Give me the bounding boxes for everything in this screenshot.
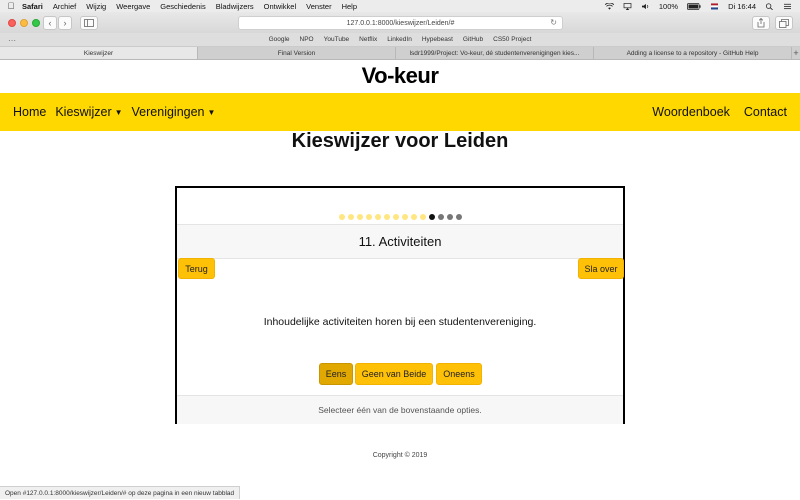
site-navbar: Home Kieswijzer ▼ Verenigingen ▼ Woordenbo… bbox=[0, 93, 800, 131]
window-zoom-button[interactable] bbox=[32, 19, 40, 27]
share-icon bbox=[757, 18, 765, 28]
progress-indicator bbox=[177, 214, 623, 220]
share-button[interactable] bbox=[752, 16, 770, 30]
progress-dot-current bbox=[428, 214, 435, 220]
progress-dot-done bbox=[374, 214, 381, 220]
progress-dot-done bbox=[419, 214, 426, 220]
menu-weergave[interactable]: Weergave bbox=[116, 2, 150, 11]
progress-dot-todo bbox=[446, 214, 453, 220]
skip-button[interactable]: Sla over bbox=[578, 258, 624, 279]
window-close-button[interactable] bbox=[8, 19, 16, 27]
battery-percentage: 100% bbox=[658, 1, 679, 11]
address-bar[interactable]: 127.0.0.1:8000/kieswijzer/Leiden/# ↻ bbox=[238, 16, 563, 30]
tab-kieswijzer[interactable]: Kieswijzer bbox=[0, 47, 198, 59]
disagree-button[interactable]: Oneens bbox=[436, 363, 482, 385]
sidebar-toggle-button[interactable] bbox=[80, 16, 98, 30]
chevron-left-icon: ‹ bbox=[48, 18, 52, 28]
tab-final-version[interactable]: Final Version bbox=[198, 47, 396, 59]
bookmark-netflix[interactable]: Netflix bbox=[359, 36, 377, 43]
agree-button[interactable]: Eens bbox=[319, 363, 353, 385]
bookmark-google[interactable]: Google bbox=[269, 36, 290, 43]
progress-dot-todo bbox=[455, 214, 462, 220]
spotlight-search-icon[interactable] bbox=[765, 2, 774, 10]
bookmark-cs50-project[interactable]: CS50 Project bbox=[493, 36, 531, 43]
tab-bar: Kieswijzer Final Version lsdr1999/Projec… bbox=[0, 47, 800, 60]
battery-icon[interactable] bbox=[687, 2, 701, 10]
menu-app-safari[interactable]: Safari bbox=[22, 2, 43, 11]
question-statement: Inhoudelijke activiteiten horen bij een … bbox=[263, 316, 537, 328]
chevron-right-icon: › bbox=[63, 18, 67, 28]
progress-dot-done bbox=[383, 214, 390, 220]
page-title: Kieswijzer voor Leiden bbox=[291, 130, 509, 152]
address-bar-url: 127.0.0.1:8000/kieswijzer/Leiden/# bbox=[346, 19, 455, 27]
nav-verenigingen-dropdown[interactable]: Verenigingen ▼ bbox=[132, 105, 216, 119]
nav-kieswijzer-dropdown[interactable]: Kieswijzer ▼ bbox=[55, 105, 122, 119]
progress-dot-done bbox=[392, 214, 399, 220]
wifi-icon[interactable] bbox=[604, 2, 614, 10]
apple-menu-icon[interactable]:  bbox=[0, 0, 22, 12]
volume-icon[interactable] bbox=[641, 3, 650, 10]
menu-venster[interactable]: Venster bbox=[306, 2, 331, 11]
forward-navigation-button[interactable]: › bbox=[58, 16, 72, 30]
progress-dot-done bbox=[410, 214, 417, 220]
menu-wijzig[interactable]: Wijzig bbox=[86, 2, 106, 11]
menu-archief[interactable]: Archief bbox=[53, 2, 76, 11]
bookmark-youtube[interactable]: YouTube bbox=[324, 36, 350, 43]
airplay-icon[interactable] bbox=[623, 2, 632, 10]
browser-toolbar: ‹ › 127.0.0.1:8000/kieswijzer/Leiden/# ↻ bbox=[0, 12, 800, 33]
nav-contact[interactable]: Contact bbox=[744, 105, 787, 119]
back-button[interactable]: Terug bbox=[178, 258, 215, 279]
tab-github-project[interactable]: lsdr1999/Project: Vo-keur, dé studentenv… bbox=[396, 47, 594, 59]
nav-verenigingen-label: Verenigingen bbox=[131, 105, 205, 119]
caret-down-icon: ▼ bbox=[207, 108, 216, 117]
question-card: 11. Activiteiten Terug Sla over Inhoudel… bbox=[175, 186, 625, 424]
new-tab-button[interactable]: + bbox=[792, 47, 800, 59]
menubar-clock[interactable]: Di 16:44 bbox=[728, 2, 756, 11]
progress-dot-done bbox=[401, 214, 408, 220]
flag-icon[interactable] bbox=[710, 2, 719, 10]
bookmark-linkedin[interactable]: LinkedIn bbox=[387, 36, 412, 43]
progress-dot-done bbox=[356, 214, 363, 220]
progress-dot-done bbox=[338, 214, 345, 220]
window-minimize-button[interactable] bbox=[20, 19, 28, 27]
bookmark-hypebeast[interactable]: Hypebeast bbox=[422, 36, 453, 43]
nav-woordenboek[interactable]: Woordenboek bbox=[652, 105, 730, 119]
progress-dot-done bbox=[365, 214, 372, 220]
neutral-button[interactable]: Geen van Beide bbox=[355, 363, 433, 385]
macos-menubar:  Safari Archief Wijzig Weergave Geschie… bbox=[0, 0, 800, 12]
show-tabs-button[interactable] bbox=[775, 16, 793, 30]
copyright: Copyright © 2019 bbox=[372, 452, 428, 459]
site-logo[interactable]: Vo-keur bbox=[0, 63, 800, 89]
back-navigation-button[interactable]: ‹ bbox=[43, 16, 57, 30]
menu-ontwikkel[interactable]: Ontwikkel bbox=[264, 2, 297, 11]
nav-home[interactable]: Home bbox=[13, 105, 46, 119]
reload-icon[interactable]: ↻ bbox=[550, 18, 557, 27]
progress-dot-todo bbox=[437, 214, 444, 220]
sidebar-icon bbox=[84, 19, 94, 27]
notification-center-icon[interactable] bbox=[783, 3, 792, 10]
grid-icon[interactable]: ⋯ bbox=[8, 36, 16, 45]
progress-dot-done bbox=[347, 214, 354, 220]
menu-geschiedenis[interactable]: Geschiedenis bbox=[160, 2, 205, 11]
question-title: 11. Activiteiten bbox=[177, 224, 623, 259]
menu-bladwijzers[interactable]: Bladwijzers bbox=[216, 2, 254, 11]
menu-help[interactable]: Help bbox=[342, 2, 357, 11]
bookmark-npo[interactable]: NPO bbox=[300, 36, 314, 43]
card-footer-hint: Selecteer één van de bovenstaande opties… bbox=[177, 395, 623, 424]
tab-github-help[interactable]: Adding a license to a repository - GitHu… bbox=[594, 47, 792, 59]
bookmark-github[interactable]: GitHub bbox=[463, 36, 483, 43]
tabs-overview-icon bbox=[779, 18, 789, 28]
nav-kieswijzer-label: Kieswijzer bbox=[55, 105, 112, 119]
browser-status-bar: Open #127.0.0.1:8000/kieswijzer/Leiden/#… bbox=[0, 486, 241, 499]
caret-down-icon: ▼ bbox=[114, 108, 123, 117]
bookmarks-bar: ⋯ Google NPO YouTube Netflix LinkedIn Hy… bbox=[0, 33, 800, 47]
